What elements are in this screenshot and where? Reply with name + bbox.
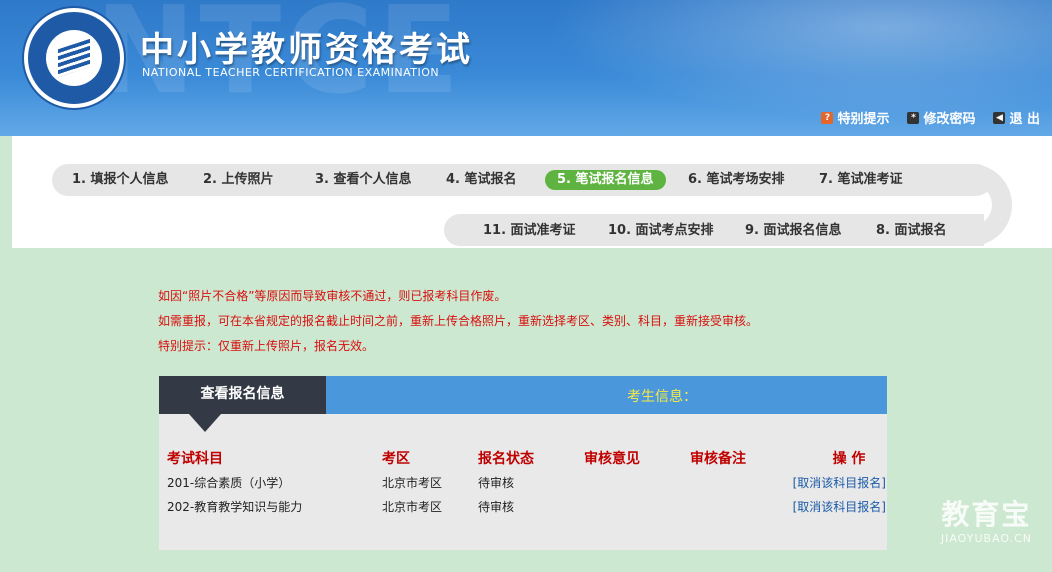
cell-opinion [584, 470, 690, 494]
notice-line: 如因“照片不合格”等原因而导致审核不通过，则已报考科目作废。 [158, 289, 507, 303]
table-row: 201-综合素质（小学） 北京市考区 待审核 [取消该科目报名] [167, 470, 886, 494]
cell-opinion [584, 494, 690, 518]
cell-action: [取消该科目报名] [784, 470, 886, 494]
password-icon: * [907, 111, 920, 124]
notice-line: 如需重报，可在本省规定的报名截止时间之前，重新上传合格照片，重新选择考区、类别、… [158, 314, 759, 328]
step-5-active[interactable]: 5. 笔试报名信息 [545, 170, 666, 190]
cell-subject: 201-综合素质（小学） [167, 475, 291, 490]
cell-action: [取消该科目报名] [784, 494, 886, 518]
step-1[interactable]: 1. 填报个人信息 [72, 170, 169, 190]
ntce-logo [24, 8, 124, 108]
question-icon: ? [821, 111, 834, 124]
step-7[interactable]: 7. 笔试准考证 [819, 170, 903, 190]
cell-status: 待审核 [478, 499, 515, 514]
notice-text: 如因“照片不合格”等原因而导致审核不通过，则已报考科目作废。 如需重报，可在本省… [158, 284, 758, 359]
logout-icon: ◀ [993, 111, 1006, 124]
cell-area: 北京市考区 [382, 475, 443, 490]
site-header: NTCE 中小学教师资格考试 NATIONAL TEACHER CERTIFIC… [0, 0, 1052, 136]
cell-area: 北京市考区 [382, 499, 443, 514]
site-title: 中小学教师资格考试 [140, 30, 473, 70]
step-10[interactable]: 10. 面试考点安排 [608, 221, 714, 241]
cell-status: 待审核 [478, 475, 515, 490]
panel-header: 查看报名信息 考生信息： [159, 376, 887, 432]
step-3[interactable]: 3. 查看个人信息 [315, 170, 412, 190]
logout-link[interactable]: ◀ 退 出 [993, 108, 1040, 127]
step-navigation: 1. 填报个人信息 2. 上传照片 3. 查看个人信息 4. 笔试报名 5. 笔… [12, 136, 1052, 248]
book-icon [46, 30, 102, 86]
col-subject: 考试科目 [167, 451, 223, 467]
cell-remark [690, 470, 784, 494]
col-area: 考区 [382, 451, 410, 467]
col-status: 报名状态 [478, 451, 534, 467]
special-tips-link[interactable]: ? 特别提示 [821, 108, 889, 127]
special-tips-label: 特别提示 [837, 112, 890, 127]
cell-subject: 202-教育教学知识与能力 [167, 499, 303, 514]
cell-remark [690, 494, 784, 518]
table-header-row: 考试科目 考区 报名状态 审核意见 审核备注 操 作 [167, 446, 886, 470]
candidate-info-title: 考生信息： [627, 389, 697, 405]
col-opinion: 审核意见 [584, 451, 640, 467]
registration-info-panel: 查看报名信息 考生信息： 考试科目 考区 报名状态 审核意见 审核备注 操 作 … [159, 376, 887, 550]
cancel-subject-link[interactable]: [取消该科目报名] [793, 500, 886, 514]
step-8[interactable]: 8. 面试报名 [876, 221, 947, 241]
step-9[interactable]: 9. 面试报名信息 [745, 221, 842, 241]
step-4[interactable]: 4. 笔试报名 [446, 170, 517, 190]
logout-label: 退 出 [1009, 112, 1040, 127]
cancel-subject-link[interactable]: [取消该科目报名] [793, 476, 886, 490]
registration-table: 考试科目 考区 报名状态 审核意见 审核备注 操 作 201-综合素质（小学） … [167, 446, 886, 518]
step-2[interactable]: 2. 上传照片 [203, 170, 274, 190]
brand-cn: 教育宝 [941, 498, 1032, 531]
notice-line: 特别提示：仅重新上传照片，报名无效。 [158, 339, 375, 353]
brand-en: JIAOYUBAO.CN [940, 532, 1032, 545]
col-action: 操 作 [832, 451, 866, 467]
jiaoyubao-watermark: 教育宝 JIAOYUBAO.CN [941, 498, 1032, 545]
tab-view-registration[interactable]: 查看报名信息 [159, 376, 326, 432]
change-password-link[interactable]: * 修改密码 [907, 108, 975, 127]
table-row: 202-教育教学知识与能力 北京市考区 待审核 [取消该科目报名] [167, 494, 886, 518]
top-nav: ? 特别提示 * 修改密码 ◀ 退 出 [821, 108, 1040, 127]
change-password-label: 修改密码 [923, 112, 976, 127]
site-subtitle: NATIONAL TEACHER CERTIFICATION EXAMINATI… [142, 66, 440, 79]
step-6[interactable]: 6. 笔试考场安排 [688, 170, 785, 190]
col-remark: 审核备注 [690, 451, 746, 467]
step-11[interactable]: 11. 面试准考证 [483, 221, 576, 241]
